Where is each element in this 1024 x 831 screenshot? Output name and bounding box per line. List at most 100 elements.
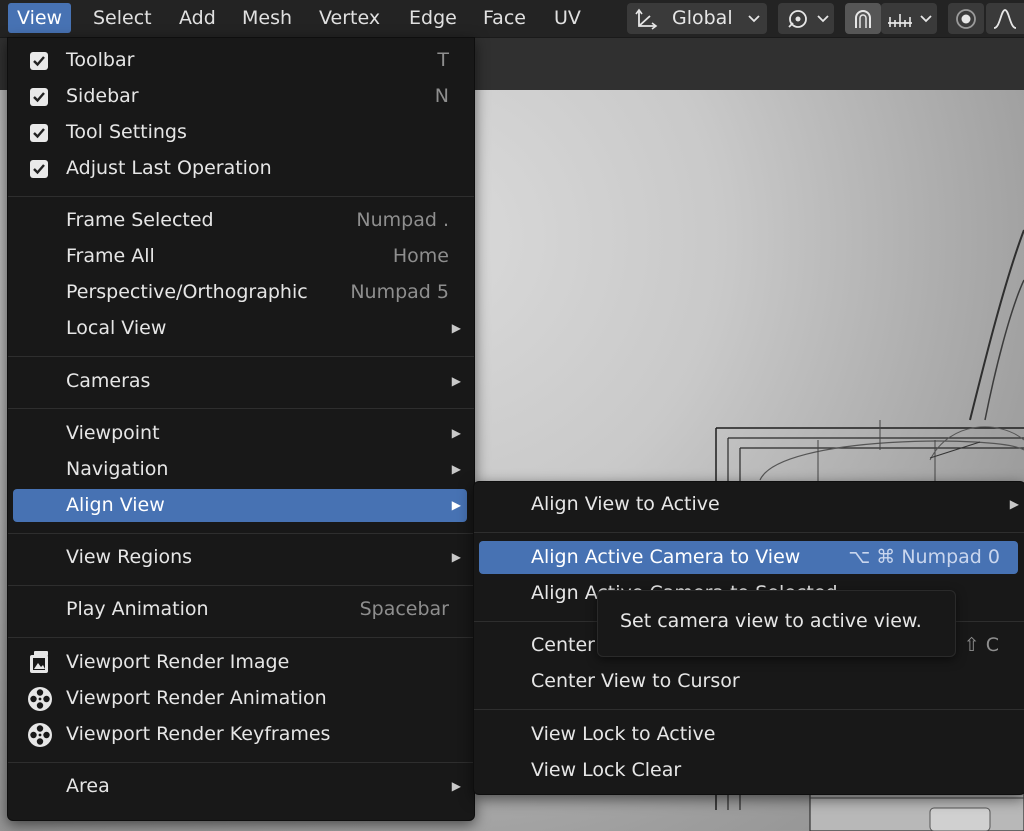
view-menu: Toolbar T Sidebar N Tool Settings Adjust…	[7, 37, 475, 821]
menu-item-label: Center View to Cursor	[531, 670, 740, 692]
falloff-curve-icon	[993, 9, 1017, 29]
submenu-arrow-icon: ▶	[451, 374, 461, 388]
menu-item-label: Align Active Camera to View	[531, 546, 801, 568]
magnet-icon	[855, 10, 871, 28]
menu-item-sidebar[interactable]: Sidebar N	[16, 80, 466, 113]
shortcut-label: Numpad 5	[350, 281, 449, 303]
menu-item-label: Viewport Render Keyframes	[66, 723, 331, 745]
checkbox-checked-icon[interactable]	[30, 52, 48, 70]
menu-item-label: Cameras	[66, 370, 151, 392]
menu-select[interactable]: Select	[84, 3, 161, 33]
shortcut-label: T	[437, 49, 449, 71]
snap-toggle[interactable]	[845, 3, 881, 34]
menu-item-viewport-render-animation[interactable]: Viewport Render Animation	[16, 682, 466, 715]
menu-separator	[8, 196, 474, 197]
checkbox-checked-icon[interactable]	[30, 124, 48, 142]
menu-item-label: Navigation	[66, 458, 169, 480]
submenu-arrow-icon: ▶	[1009, 497, 1019, 511]
menu-item-label: Frame Selected	[66, 209, 214, 231]
pivot-point-dropdown[interactable]	[778, 3, 834, 34]
shortcut-label: N	[434, 85, 449, 107]
menu-separator	[8, 637, 474, 638]
menu-item-label: Area	[66, 775, 110, 797]
menu-item-label: Play Animation	[66, 598, 209, 620]
menu-item-frame-selected[interactable]: Frame Selected Numpad .	[16, 204, 466, 237]
menu-item-tool-settings[interactable]: Tool Settings	[16, 116, 466, 149]
menu-vertex[interactable]: Vertex	[310, 3, 389, 33]
falloff-dropdown[interactable]	[986, 3, 1024, 34]
shortcut-label: ⇧ C	[963, 634, 999, 656]
menu-separator	[474, 709, 1024, 710]
menu-face[interactable]: Face	[474, 3, 535, 33]
menu-item-align-view-to-active[interactable]: Align View to Active ▶	[479, 488, 1019, 521]
editor-header: View Select Add Mesh Vertex Edge Face UV…	[0, 0, 1024, 38]
chevron-down-icon	[748, 15, 760, 23]
menu-item-play-animation[interactable]: Play Animation Spacebar	[16, 593, 466, 626]
menu-item-align-active-camera-to-view[interactable]: Align Active Camera to View ⌥ ⌘ Numpad 0	[479, 541, 1018, 574]
menu-item-center-view-to-cursor[interactable]: Center View to Cursor	[479, 665, 1019, 698]
checkbox-checked-icon[interactable]	[30, 160, 48, 178]
menu-mesh[interactable]: Mesh	[233, 3, 301, 33]
menu-item-perspective-orthographic[interactable]: Perspective/Orthographic Numpad 5	[16, 276, 466, 309]
submenu-arrow-icon: ▶	[451, 321, 461, 335]
submenu-arrow-icon: ▶	[451, 462, 461, 476]
menu-item-label: Tool Settings	[66, 121, 187, 143]
menu-item-viewpoint[interactable]: Viewpoint ▶	[16, 417, 466, 450]
snap-target-dropdown[interactable]	[881, 3, 937, 34]
shortcut-label: ⌥ ⌘ Numpad 0	[848, 546, 1000, 568]
menu-item-view-regions[interactable]: View Regions ▶	[16, 541, 466, 574]
menu-item-label: Local View	[66, 317, 167, 339]
menu-item-local-view[interactable]: Local View ▶	[16, 312, 466, 345]
tooltip-text: Set camera view to active view.	[620, 610, 922, 632]
menu-uv[interactable]: UV	[545, 3, 590, 33]
menu-item-label: View Lock to Active	[531, 723, 716, 745]
menu-item-label: Viewpoint	[66, 422, 160, 444]
menu-item-label: Align View to Active	[531, 493, 720, 515]
menu-item-view-lock-clear[interactable]: View Lock Clear	[479, 754, 1019, 787]
render-animation-icon	[28, 687, 52, 711]
menu-item-cameras[interactable]: Cameras ▶	[16, 365, 466, 398]
menu-item-label: Viewport Render Animation	[66, 687, 327, 709]
menu-item-toolbar[interactable]: Toolbar T	[16, 44, 466, 77]
menu-item-label: Frame All	[66, 245, 155, 267]
submenu-arrow-icon: ▶	[451, 498, 461, 512]
shortcut-label: Home	[392, 245, 449, 267]
menu-item-label: Perspective/Orthographic	[66, 281, 308, 303]
menu-item-label: Align View	[66, 494, 165, 516]
orientation-label: Global	[672, 7, 733, 29]
menu-add[interactable]: Add	[170, 3, 225, 33]
menu-item-navigation[interactable]: Navigation ▶	[16, 453, 466, 486]
snap-increment-icon	[888, 14, 912, 27]
menu-item-label: Toolbar	[66, 49, 135, 71]
menu-item-view-lock-to-active[interactable]: View Lock to Active	[479, 718, 1019, 751]
menu-item-area[interactable]: Area ▶	[16, 770, 466, 803]
chevron-down-icon	[920, 15, 932, 23]
shortcut-label: Numpad .	[356, 209, 449, 231]
menu-separator	[8, 408, 474, 409]
menu-separator	[8, 533, 474, 534]
submenu-arrow-icon: ▶	[451, 426, 461, 440]
checkbox-checked-icon[interactable]	[30, 88, 48, 106]
menu-item-label: Sidebar	[66, 85, 139, 107]
menu-item-adjust-last-operation[interactable]: Adjust Last Operation	[16, 152, 466, 185]
orientation-axes-icon	[635, 8, 658, 30]
menu-item-label: Adjust Last Operation	[66, 157, 272, 179]
menu-item-label: Viewport Render Image	[66, 651, 290, 673]
menu-item-viewport-render-keyframes[interactable]: Viewport Render Keyframes	[16, 718, 466, 751]
transform-orientation-dropdown[interactable]: Global	[627, 3, 767, 34]
menu-edge[interactable]: Edge	[400, 3, 466, 33]
menu-separator	[8, 356, 474, 357]
submenu-arrow-icon: ▶	[451, 550, 461, 564]
menu-separator	[474, 532, 1024, 533]
shortcut-label: Spacebar	[359, 598, 449, 620]
menu-item-frame-all[interactable]: Frame All Home	[16, 240, 466, 273]
menu-item-viewport-render-image[interactable]: Viewport Render Image	[16, 646, 466, 679]
menu-view[interactable]: View	[8, 3, 72, 33]
render-image-icon	[30, 651, 48, 673]
menu-item-align-view[interactable]: Align View ▶	[13, 489, 467, 522]
render-animation-icon	[28, 723, 52, 747]
chevron-down-icon	[817, 15, 829, 23]
menu-separator	[8, 762, 474, 763]
proportional-editing-toggle[interactable]	[948, 3, 984, 34]
menu-item-label: View Regions	[66, 546, 193, 568]
